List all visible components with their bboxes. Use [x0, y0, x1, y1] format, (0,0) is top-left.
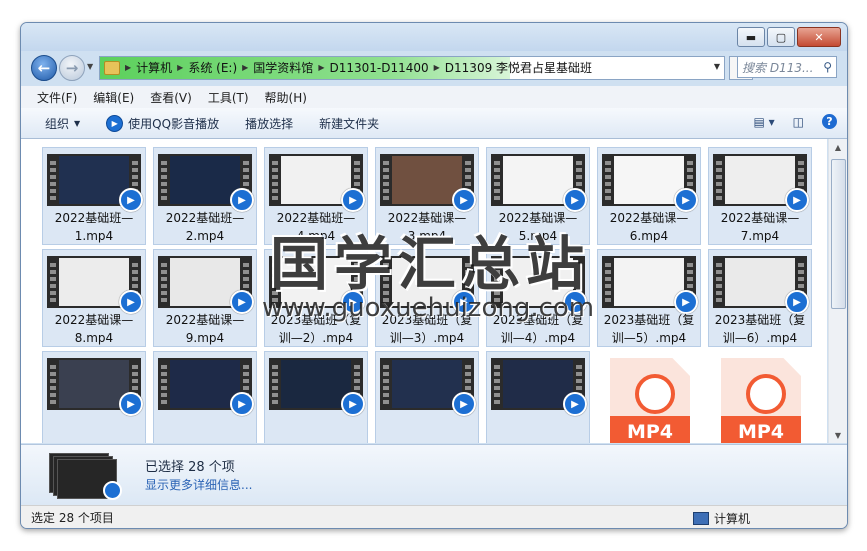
file-name: 2022基础课—8.mp4 — [54, 313, 134, 345]
menu-help[interactable]: 帮助(H) — [265, 89, 307, 106]
breadcrumb-computer[interactable]: 计算机 — [136, 59, 172, 76]
qq-player-icon: ▶ — [119, 392, 143, 416]
menu-view[interactable]: 查看(V) — [150, 89, 192, 106]
file-name: 2022基础课—6.mp4 — [609, 211, 689, 243]
scroll-thumb[interactable] — [831, 159, 846, 309]
minimize-button[interactable]: ▬ — [737, 27, 765, 47]
address-bar[interactable]: ▶ 计算机 ▶ 系统 (E:) ▶ 国学资料馆 ▶ D11301-D11400 … — [99, 56, 725, 80]
menu-file[interactable]: 文件(F) — [37, 89, 77, 106]
file-item[interactable]: ▶ — [375, 351, 479, 443]
file-item[interactable]: ▶ — [486, 351, 590, 443]
play-qq-button[interactable]: ▶ 使用QQ影音播放 — [106, 114, 220, 132]
scroll-up-icon[interactable]: ▲ — [829, 139, 847, 155]
view-controls: ▤ ▾ ◫ ? — [753, 114, 837, 129]
qq-player-icon: ▶ — [341, 392, 365, 416]
chevron-right-icon[interactable]: ▶ — [125, 63, 131, 72]
search-icon[interactable]: ⚲ — [823, 60, 832, 74]
qq-player-icon: ▶ — [452, 392, 476, 416]
file-item[interactable]: ▶ 2022基础班—2.mp4 — [153, 147, 257, 245]
maximize-button[interactable]: ▢ — [767, 27, 795, 47]
new-folder-label: 新建文件夹 — [319, 116, 380, 131]
mp4-file-icon: MP4 — [610, 358, 690, 443]
navigation-bar: ← → ▼ ▶ 计算机 ▶ 系统 (E:) ▶ 国学资料馆 ▶ D11301-D… — [21, 51, 847, 85]
mp4-badge: MP4 — [610, 416, 690, 443]
selection-thumbnail — [49, 453, 122, 500]
mp4-file-icon: MP4 — [721, 358, 801, 443]
organize-label: 组织 — [45, 116, 70, 131]
video-reel-icon — [635, 374, 675, 414]
file-item[interactable]: ▶ 2022基础课—7.mp4 — [708, 147, 812, 245]
new-folder-button[interactable]: 新建文件夹 — [319, 115, 379, 132]
chevron-right-icon[interactable]: ▶ — [177, 63, 183, 72]
organize-button[interactable]: 组织 ▼ — [45, 115, 80, 132]
file-item[interactable]: ▶ 2023基础班（复训—6）.mp4 — [708, 249, 812, 347]
recent-pages-dropdown[interactable]: ▼ — [87, 62, 93, 71]
help-icon[interactable]: ? — [822, 114, 837, 129]
status-location-label: 计算机 — [714, 512, 751, 526]
mp4-badge: MP4 — [721, 416, 801, 443]
watermark-url: www.guoxuehuizong.com — [262, 293, 595, 323]
file-name: 2022基础课—7.mp4 — [720, 211, 800, 243]
breadcrumb-current[interactable]: D11309 李悦君占星基础班 — [445, 59, 592, 76]
search-placeholder: 搜索 D113... — [742, 60, 814, 75]
chevron-right-icon[interactable]: ▶ — [318, 63, 324, 72]
chevron-right-icon[interactable]: ▶ — [434, 63, 440, 72]
qq-player-icon: ▶ — [106, 114, 124, 132]
address-dropdown-icon[interactable]: ▼ — [714, 62, 720, 71]
back-button[interactable]: ← — [31, 55, 57, 81]
view-options-button[interactable]: ▤ ▾ — [753, 115, 774, 129]
breadcrumb: ▶ 计算机 ▶ 系统 (E:) ▶ 国学资料馆 ▶ D11301-D11400 … — [104, 59, 704, 76]
file-item[interactable]: ▶ 2022基础课—6.mp4 — [597, 147, 701, 245]
chevron-down-icon: ▼ — [74, 118, 81, 128]
arrow-right-icon: → — [65, 59, 79, 77]
file-name: 2022基础课—9.mp4 — [165, 313, 245, 345]
file-name: 2022基础班—1.mp4 — [54, 211, 134, 243]
vertical-scrollbar[interactable]: ▲ ▼ — [828, 139, 847, 443]
menu-edit[interactable]: 编辑(E) — [93, 89, 134, 106]
close-button[interactable]: ✕ — [797, 27, 841, 47]
file-name: 2023基础班（复训—6）.mp4 — [714, 313, 806, 345]
status-selected: 选定 28 个项目 — [31, 511, 114, 525]
title-bar: ▬ ▢ ✕ — [21, 23, 847, 51]
file-item[interactable]: ▶ 2022基础课—9.mp4 — [153, 249, 257, 347]
status-location: 计算机 — [693, 510, 750, 527]
watermark-title: 国学汇总站 — [270, 230, 591, 298]
play-selection-label: 播放选择 — [245, 116, 294, 131]
computer-icon — [693, 512, 709, 525]
arrow-left-icon: ← — [37, 59, 51, 77]
file-item[interactable]: MP4 — [708, 351, 812, 443]
qq-player-icon — [103, 481, 122, 500]
file-item[interactable]: ▶ 2022基础班—1.mp4 — [42, 147, 146, 245]
search-input[interactable]: 搜索 D113... ⚲ — [737, 56, 837, 78]
file-item[interactable]: ▶ 2023基础班（复训—5）.mp4 — [597, 249, 701, 347]
status-bar: 选定 28 个项目 计算机 — [21, 505, 847, 528]
video-reel-icon — [746, 374, 786, 414]
forward-button[interactable]: → — [59, 55, 85, 81]
file-item[interactable]: ▶ — [264, 351, 368, 443]
qq-player-icon: ▶ — [230, 392, 254, 416]
breadcrumb-drive[interactable]: 系统 (E:) — [188, 59, 237, 76]
show-more-details-link[interactable]: 显示更多详细信息... — [145, 476, 252, 493]
file-name: 2022基础班—2.mp4 — [165, 211, 245, 243]
file-item[interactable]: ▶ — [42, 351, 146, 443]
file-name: 2023基础班（复训—5）.mp4 — [603, 313, 695, 345]
file-item[interactable]: ▶ — [153, 351, 257, 443]
qq-player-icon: ▶ — [563, 392, 587, 416]
play-qq-label: 使用QQ影音播放 — [128, 116, 220, 131]
window-controls: ▬ ▢ ✕ — [737, 27, 841, 47]
preview-pane-button[interactable]: ◫ — [793, 115, 804, 129]
selection-count: 已选择 28 个项 — [145, 460, 235, 475]
details-pane: 已选择 28 个项 显示更多详细信息... — [21, 444, 847, 505]
play-selection-button[interactable]: 播放选择 — [245, 115, 293, 132]
chevron-right-icon[interactable]: ▶ — [242, 63, 248, 72]
file-item[interactable]: MP4 — [597, 351, 701, 443]
menu-tools[interactable]: 工具(T) — [208, 89, 249, 106]
folder-icon — [104, 60, 120, 75]
scroll-down-icon[interactable]: ▼ — [829, 427, 847, 443]
file-item[interactable]: ▶ 2022基础课—8.mp4 — [42, 249, 146, 347]
breadcrumb-range[interactable]: D11301-D11400 — [329, 61, 428, 75]
command-bar: 组织 ▼ ▶ 使用QQ影音播放 播放选择 新建文件夹 ▤ ▾ ◫ ? — [21, 108, 847, 139]
breadcrumb-library[interactable]: 国学资料馆 — [253, 59, 313, 76]
menu-bar: 文件(F) 编辑(E) 查看(V) 工具(T) 帮助(H) — [21, 86, 847, 109]
